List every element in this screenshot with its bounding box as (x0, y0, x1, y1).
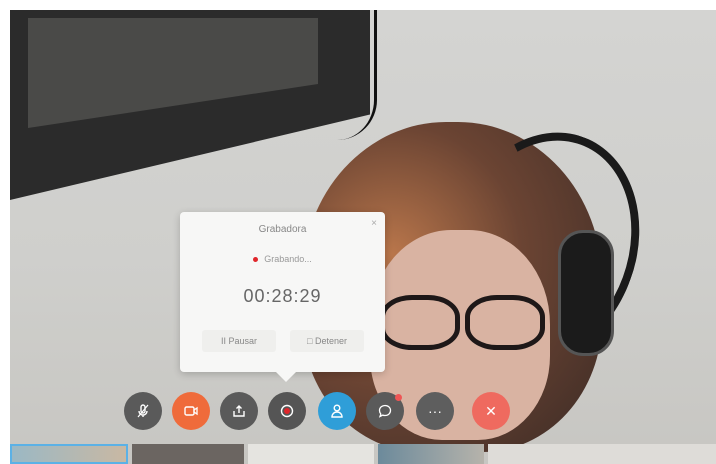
video-camera-icon (184, 406, 198, 416)
background-shelf (10, 10, 370, 200)
leave-meeting-button[interactable]: ✕ (472, 392, 510, 430)
share-button[interactable] (220, 392, 258, 430)
recording-popup-title: Grabadora (258, 224, 307, 235)
ellipsis-icon: ··· (428, 403, 442, 419)
chat-button[interactable] (366, 392, 404, 430)
recording-dot-icon (253, 257, 259, 263)
record-icon (280, 404, 294, 418)
stop-recording-button[interactable]: □ Detener (290, 330, 364, 352)
headphone-earcup (558, 230, 614, 356)
share-upload-icon (233, 405, 245, 417)
glasses-left-lens (380, 295, 460, 350)
close-icon[interactable]: × (371, 218, 377, 229)
recording-timer: 00:28:29 (243, 286, 322, 306)
microphone-icon (137, 404, 149, 418)
person-icon (331, 404, 343, 418)
recording-popup: Grabadora × Grabando... 00:28:29 II Paus… (180, 212, 385, 382)
recording-status-text: Grabando... (264, 254, 312, 264)
background-cable (328, 10, 377, 140)
meeting-window: Grabadora × Grabando... 00:28:29 II Paus… (0, 0, 716, 464)
close-icon: ✕ (485, 402, 497, 419)
participants-button[interactable] (318, 392, 356, 430)
record-button[interactable] (268, 392, 306, 430)
mute-button[interactable] (124, 392, 162, 430)
chat-bubble-icon (378, 404, 392, 418)
thumbnail[interactable] (248, 444, 374, 464)
chat-unread-badge (395, 394, 402, 401)
glasses-right-lens (465, 295, 545, 350)
participant-filmstrip (10, 444, 716, 464)
thumbnail[interactable] (378, 444, 484, 464)
pause-recording-button[interactable]: II Pausar (202, 330, 276, 352)
thumbnail[interactable] (488, 444, 716, 464)
video-button[interactable] (172, 392, 210, 430)
thumbnail[interactable] (10, 444, 128, 464)
recording-status: Grabando... (180, 254, 385, 264)
thumbnail[interactable] (132, 444, 244, 464)
more-options-button[interactable]: ··· (416, 392, 454, 430)
